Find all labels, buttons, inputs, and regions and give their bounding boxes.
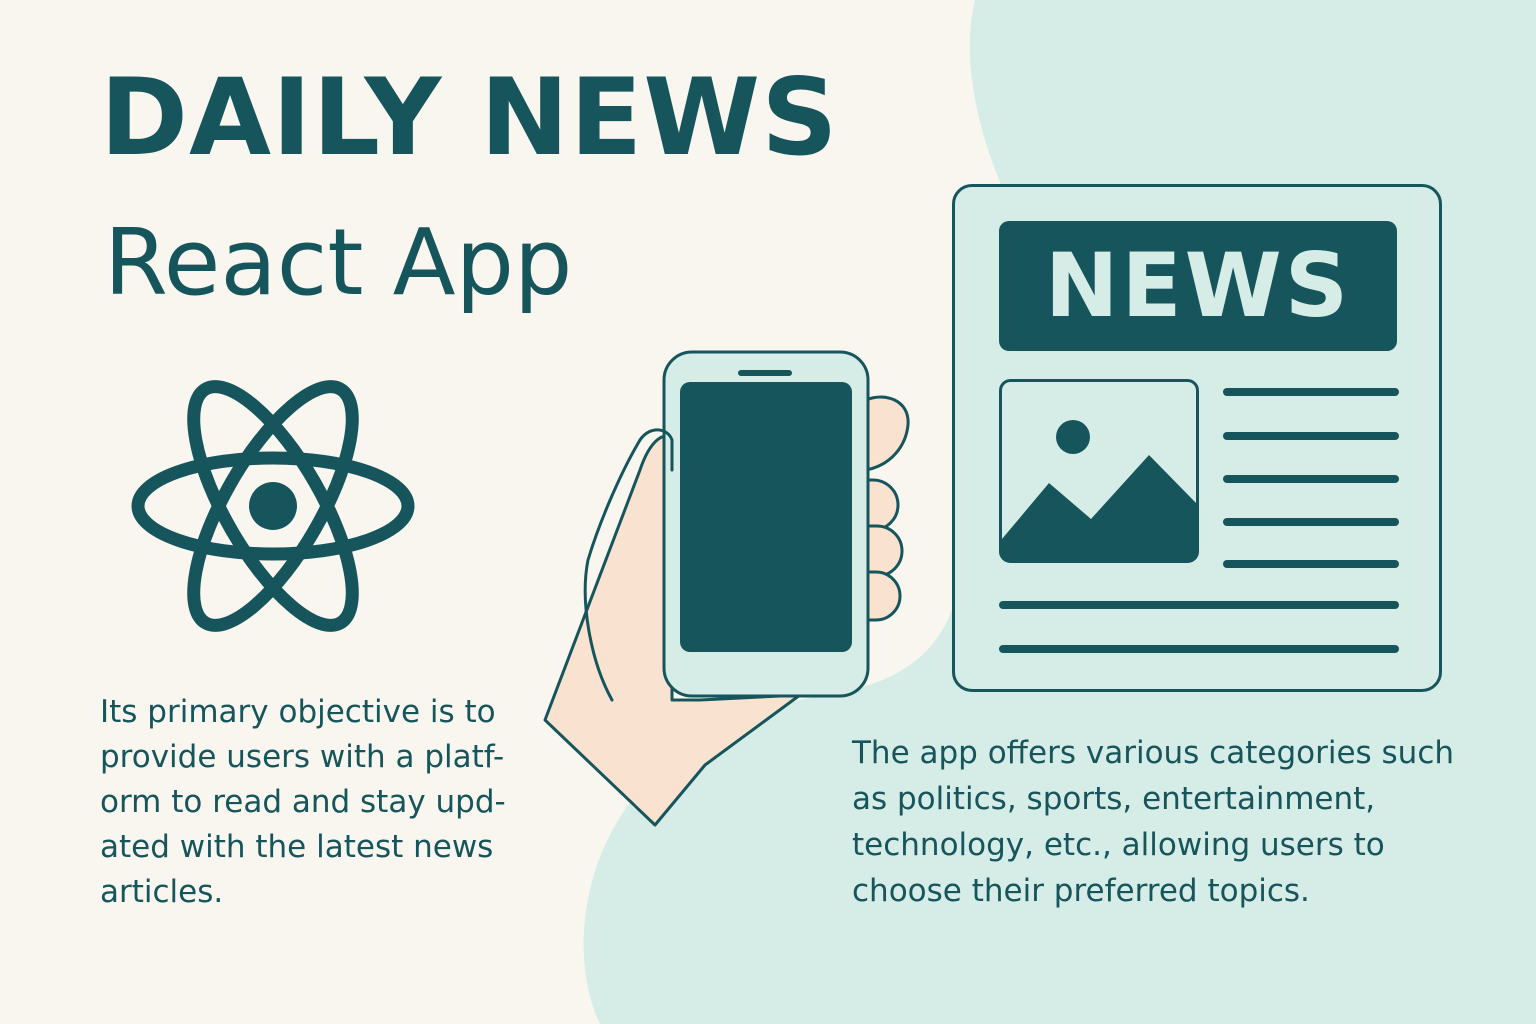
phone-icon — [662, 350, 870, 698]
news-text-line — [1223, 432, 1399, 440]
news-text-line — [1223, 518, 1399, 526]
image-placeholder-icon — [999, 379, 1199, 563]
news-text-line — [999, 645, 1399, 653]
news-text-line — [1223, 388, 1399, 396]
news-banner-label: NEWS — [1044, 234, 1352, 337]
news-text-line — [999, 601, 1399, 609]
description-left: Its primary objective is to provide user… — [100, 694, 506, 910]
description-right: The app offers various categories such a… — [852, 735, 1455, 909]
news-text-line — [1223, 475, 1399, 483]
news-banner: NEWS — [999, 221, 1397, 351]
news-text-line — [1223, 560, 1399, 568]
newspaper-icon: NEWS — [952, 184, 1442, 692]
